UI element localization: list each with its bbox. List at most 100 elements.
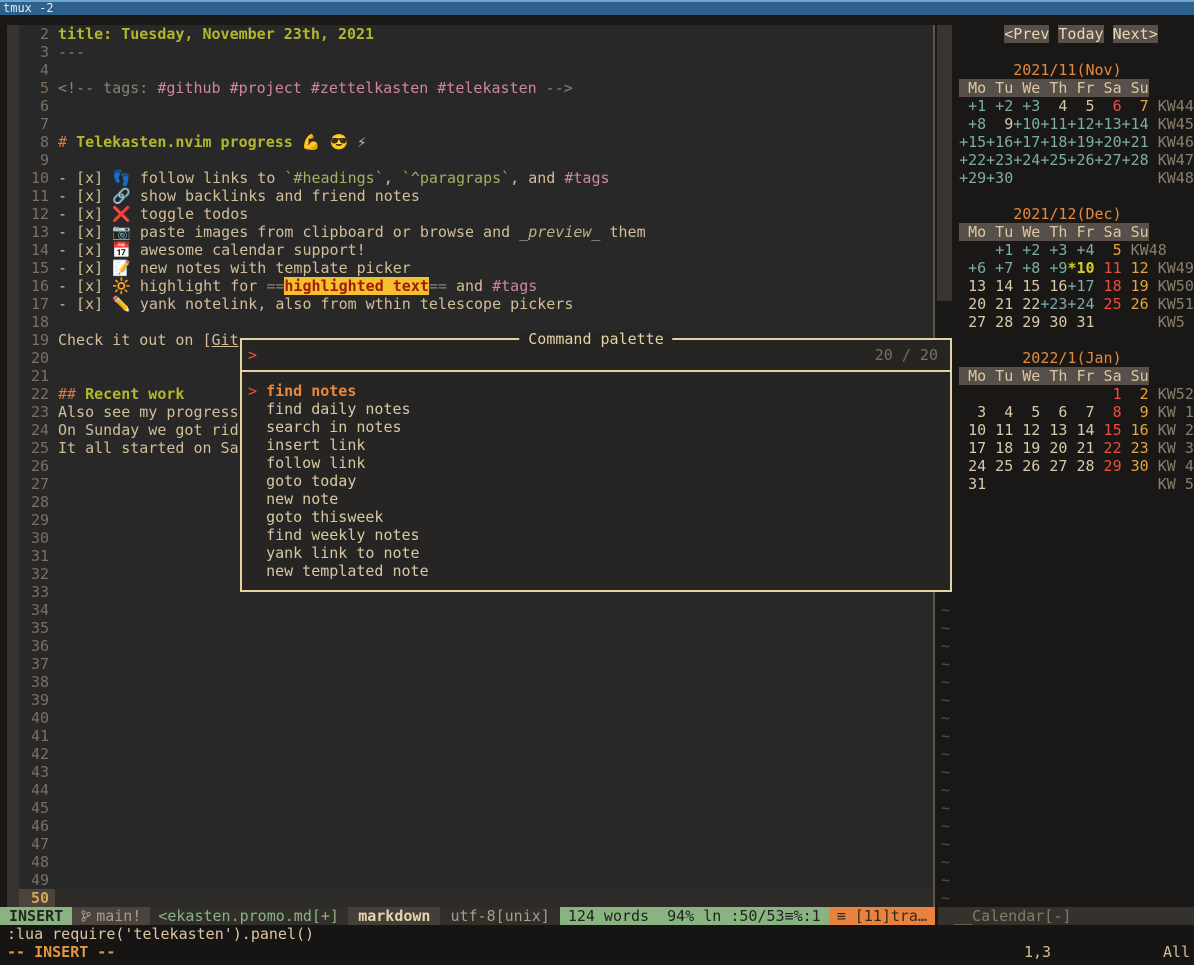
calendar-row[interactable]: Mo Tu We Th Fr Sa Su — [941, 367, 1194, 385]
calendar-nav-button[interactable]: Next> — [1113, 25, 1158, 43]
editor-line[interactable]: 13- [x] 📷 paste images from clipboard or… — [7, 223, 933, 241]
github-link[interactable]: Git — [212, 331, 239, 349]
calendar-row[interactable]: 2022/1(Jan) — [941, 349, 1194, 367]
calendar-row[interactable]: 17 18 19 20 21 22 23 KW 3 — [941, 439, 1194, 457]
editor-line[interactable]: 38 — [7, 673, 933, 691]
calendar-row[interactable] — [941, 43, 1194, 61]
palette-item-insert-link[interactable]: insert link — [242, 436, 950, 454]
calendar-row[interactable]: ~ — [941, 619, 1194, 637]
editor-line[interactable]: 40 — [7, 709, 933, 727]
calendar-row[interactable]: ~ — [941, 601, 1194, 619]
calendar-nav-button[interactable]: Today — [1058, 25, 1103, 43]
calendar-row[interactable]: ~ — [941, 763, 1194, 781]
calendar-row[interactable]: ~ — [941, 637, 1194, 655]
editor-line[interactable]: 11- [x] 🔗 show backlinks and friend note… — [7, 187, 933, 205]
calendar-row[interactable]: +1 +2 +3 4 5 6 7 KW44 — [941, 97, 1194, 115]
calendar-row[interactable] — [941, 331, 1194, 349]
palette-item-new-templated-note[interactable]: new templated note — [242, 562, 950, 580]
editor-line[interactable]: 2title: Tuesday, November 23th, 2021 — [7, 25, 933, 43]
editor-line[interactable]: 5<!-- tags: #github #project #zettelkast… — [7, 79, 933, 97]
palette-item-search-in-notes[interactable]: search in notes — [242, 418, 950, 436]
editor-line[interactable]: 43 — [7, 763, 933, 781]
editor-line[interactable]: 49 — [7, 871, 933, 889]
editor-line[interactable]: 47 — [7, 835, 933, 853]
calendar-row[interactable]: Mo Tu We Th Fr Sa Su — [941, 223, 1194, 241]
editor-line[interactable]: 41 — [7, 727, 933, 745]
calendar-row[interactable]: 2021/12(Dec) — [941, 205, 1194, 223]
editor-line[interactable]: 4 — [7, 61, 933, 79]
palette-item-find-weekly-notes[interactable]: find weekly notes — [242, 526, 950, 544]
palette-item-find-notes[interactable]: > find notes — [242, 382, 950, 400]
calendar-row[interactable]: 13 14 15 16+17 18 19 KW50 — [941, 277, 1194, 295]
editor-line[interactable]: 35 — [7, 619, 933, 637]
palette-item-follow-link[interactable]: follow link — [242, 454, 950, 472]
editor-line[interactable]: 50 — [7, 889, 933, 907]
calendar-row[interactable] — [941, 583, 1194, 601]
palette-item-goto-today[interactable]: goto today — [242, 472, 950, 490]
editor-line[interactable]: 6 — [7, 97, 933, 115]
editor-line[interactable]: 44 — [7, 781, 933, 799]
palette-item-yank-link-to-note[interactable]: yank link to note — [242, 544, 950, 562]
palette-item-find-daily-notes[interactable]: find daily notes — [242, 400, 950, 418]
calendar-row[interactable]: +8 9+10+11+12+13+14 KW45 — [941, 115, 1194, 133]
calendar-row[interactable]: 3 4 5 6 7 8 9 KW 1 — [941, 403, 1194, 421]
editor-line[interactable]: 10- [x] 👣 follow links to `#headings`, `… — [7, 169, 933, 187]
editor-line[interactable]: 8# Telekasten.nvim progress 💪 😎 ⚡ — [7, 133, 933, 151]
command-line[interactable]: :lua require('telekasten').panel() — [0, 925, 1194, 943]
editor-line[interactable]: 12- [x] ❌ toggle todos — [7, 205, 933, 223]
calendar-row[interactable]: +1 +2 +3 +4 5 KW48 — [941, 241, 1194, 259]
calendar-row[interactable]: 10 11 12 13 14 15 16 KW 2 — [941, 421, 1194, 439]
editor-line[interactable]: 37 — [7, 655, 933, 673]
calendar-row[interactable]: 20 21 22+23+24 25 26 KW51 — [941, 295, 1194, 313]
editor-line[interactable]: 17- [x] ✏️ yank notelink, also from wthi… — [7, 295, 933, 313]
text-segment: 9 — [986, 115, 1013, 133]
calendar-row[interactable] — [941, 511, 1194, 529]
editor-line[interactable]: 15- [x] 📝 new notes with template picker — [7, 259, 933, 277]
editor-line[interactable]: 36 — [7, 637, 933, 655]
calendar-row[interactable]: ~ — [941, 889, 1194, 907]
calendar-row[interactable]: ~ — [941, 709, 1194, 727]
calendar-row[interactable] — [941, 547, 1194, 565]
calendar-nav-button[interactable]: <Prev — [1004, 25, 1049, 43]
calendar-row[interactable]: +22+23+24+25+26+27+28 KW47 — [941, 151, 1194, 169]
calendar-row[interactable]: +15+16+17+18+19+20+21 KW46 — [941, 133, 1194, 151]
calendar-row[interactable]: ~ — [941, 835, 1194, 853]
calendar-row[interactable]: ~ — [941, 799, 1194, 817]
calendar-pane[interactable]: <Prev Today Next> 2021/11(Nov) Mo Tu We … — [941, 25, 1194, 907]
calendar-row[interactable]: ~ — [941, 655, 1194, 673]
calendar-row[interactable]: ~ — [941, 781, 1194, 799]
calendar-row[interactable]: ~ — [941, 853, 1194, 871]
palette-item-new-note[interactable]: new note — [242, 490, 950, 508]
editor-line[interactable]: 39 — [7, 691, 933, 709]
editor-line[interactable]: 34 — [7, 601, 933, 619]
calendar-row[interactable] — [941, 529, 1194, 547]
editor-line[interactable]: 9 — [7, 151, 933, 169]
editor-line[interactable]: 46 — [7, 817, 933, 835]
editor-line[interactable]: 7 — [7, 115, 933, 133]
calendar-row[interactable]: ~ — [941, 745, 1194, 763]
calendar-row[interactable]: 2021/11(Nov) — [941, 61, 1194, 79]
calendar-row[interactable] — [941, 565, 1194, 583]
editor-line[interactable]: 16- [x] 🔆 highlight for ==highlighted te… — [7, 277, 933, 295]
calendar-row[interactable]: ~ — [941, 673, 1194, 691]
editor-line[interactable]: 42 — [7, 745, 933, 763]
calendar-row[interactable]: 24 25 26 27 28 29 30 KW 4 — [941, 457, 1194, 475]
editor-line[interactable]: 18 — [7, 313, 933, 331]
calendar-row[interactable]: ~ — [941, 817, 1194, 835]
calendar-row[interactable]: +29+30 KW48 — [941, 169, 1194, 187]
calendar-row[interactable]: +6 +7 +8 +9*10 11 12 KW49 — [941, 259, 1194, 277]
calendar-row[interactable]: 27 28 29 30 31 KW5 — [941, 313, 1194, 331]
calendar-row[interactable]: Mo Tu We Th Fr Sa Su — [941, 79, 1194, 97]
calendar-row[interactable] — [941, 187, 1194, 205]
editor-line[interactable]: 45 — [7, 799, 933, 817]
editor-line[interactable]: 3--- — [7, 43, 933, 61]
calendar-row[interactable]: ~ — [941, 691, 1194, 709]
editor-line[interactable]: 48 — [7, 853, 933, 871]
calendar-row[interactable]: 31 KW 5 — [941, 475, 1194, 493]
palette-item-goto-thisweek[interactable]: goto thisweek — [242, 508, 950, 526]
calendar-row[interactable]: ~ — [941, 727, 1194, 745]
editor-line[interactable]: 14- [x] 📅 awesome calendar support! — [7, 241, 933, 259]
calendar-row[interactable] — [941, 493, 1194, 511]
calendar-row[interactable]: 1 2 KW52 — [941, 385, 1194, 403]
calendar-row[interactable]: ~ — [941, 871, 1194, 889]
